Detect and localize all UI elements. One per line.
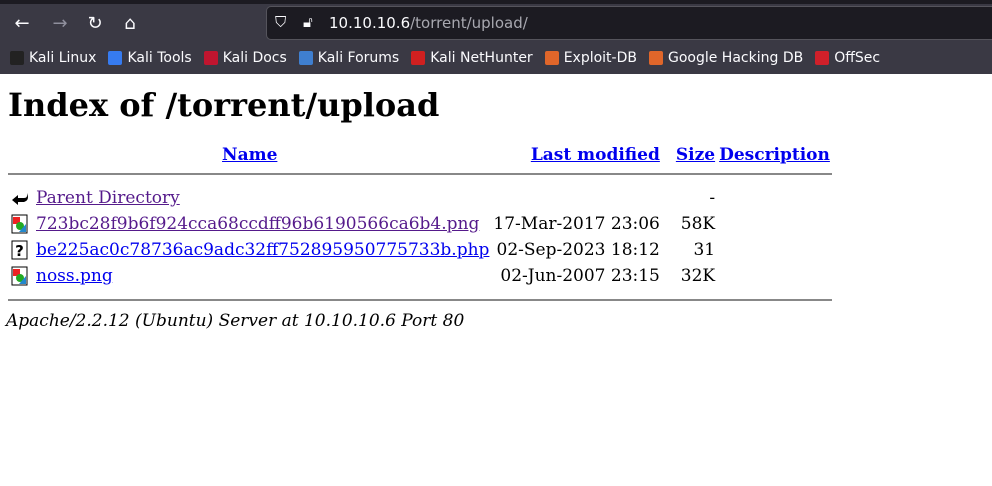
description-cell	[717, 185, 832, 211]
bookmark-item[interactable]: Google Hacking DB	[648, 50, 804, 66]
header-row: Name Last modified Size Description	[8, 136, 832, 169]
bookmark-favicon-icon	[544, 51, 559, 65]
size-cell: -	[709, 188, 716, 208]
file-link[interactable]: Parent Directory	[36, 188, 180, 208]
sort-by-size[interactable]: Size	[676, 145, 715, 165]
bookmark-label: Kali NetHunter	[430, 50, 533, 66]
file-link[interactable]: 723bc28f9b6f924cca68ccdff96b6190566ca6b4…	[36, 214, 479, 234]
directory-table: Name Last modified Size Description Pare…	[8, 136, 832, 301]
modified-cell: 17-Mar-2017 23:06	[493, 214, 660, 234]
bookmark-favicon-icon	[815, 51, 830, 65]
size-cell: 32K	[680, 266, 716, 286]
table-row: ? be225ac0c78736ac9adc32ff75289595077573…	[8, 237, 832, 263]
description-cell	[717, 237, 832, 263]
file-link[interactable]: noss.png	[36, 266, 113, 286]
divider	[8, 173, 832, 175]
bookmark-label: Google Hacking DB	[667, 50, 804, 66]
bookmarks-bar: Kali Linux Kali Tools Kali Docs Kali Forums…	[0, 42, 992, 74]
browser-chrome: ← → ↻ ⌂ ⛉ 🔓︎ 10.10.10.6/torrent/upload/ …	[0, 0, 992, 74]
server-signature: Apache/2.2.12 (Ubuntu) Server at 10.10.1…	[6, 311, 465, 331]
description-cell	[717, 211, 832, 237]
bookmark-label: Kali Tools	[127, 50, 192, 66]
url-bar[interactable]: ⛉ 🔓︎ 10.10.10.6/torrent/upload/	[266, 6, 992, 40]
nav-bar: ← → ↻ ⌂ ⛉ 🔓︎ 10.10.10.6/torrent/upload/	[0, 4, 992, 42]
description-cell	[717, 263, 832, 289]
svg-text:?: ?	[15, 242, 24, 260]
sort-by-modified[interactable]: Last modified	[531, 145, 660, 165]
back-icon	[8, 185, 34, 211]
table-row: Parent Directory -	[8, 185, 832, 211]
forward-icon[interactable]: →	[48, 12, 72, 36]
url-path: /torrent/upload/	[410, 14, 528, 32]
shield-icon[interactable]: ⛉	[275, 13, 286, 31]
bookmark-favicon-icon	[411, 51, 426, 65]
bookmark-label: Kali Linux	[29, 50, 97, 66]
sort-by-description[interactable]: Description	[719, 145, 830, 165]
bookmark-favicon-icon	[108, 51, 123, 65]
bookmark-item[interactable]: OffSec	[815, 50, 880, 66]
bookmark-label: Kali Docs	[222, 50, 287, 66]
unknown-file-icon: ?	[8, 237, 34, 263]
modified-cell: 02-Sep-2023 18:12	[496, 240, 660, 260]
reload-icon[interactable]: ↻	[83, 12, 107, 36]
bookmark-label: Kali Forums	[317, 50, 400, 66]
bookmark-favicon-icon	[648, 51, 663, 65]
page-title: Index of /torrent/upload	[8, 86, 440, 124]
insecure-lock-icon[interactable]: 🔓︎	[303, 13, 313, 31]
table-row: noss.png 02-Jun-2007 23:15 32K	[8, 263, 832, 289]
url-host: 10.10.10.6	[329, 14, 411, 32]
bookmark-item[interactable]: Kali NetHunter	[411, 50, 533, 66]
bookmark-favicon-icon	[298, 51, 313, 65]
table-row: 723bc28f9b6f924cca68ccdff96b6190566ca6b4…	[8, 211, 832, 237]
image-icon	[8, 211, 34, 237]
bookmark-item[interactable]: Kali Linux	[10, 50, 96, 66]
bookmark-label: Exploit-DB	[563, 50, 637, 66]
size-cell: 58K	[680, 214, 716, 234]
home-icon[interactable]: ⌂	[118, 12, 142, 36]
file-link[interactable]: be225ac0c78736ac9adc32ff752895950775733b…	[36, 240, 489, 260]
bookmark-favicon-icon	[10, 51, 24, 65]
size-cell: 31	[693, 240, 716, 260]
divider	[8, 299, 832, 301]
bookmark-item[interactable]: Exploit-DB	[544, 50, 637, 66]
image-icon	[8, 263, 34, 289]
bookmark-item[interactable]: Kali Tools	[108, 50, 192, 66]
sort-by-name[interactable]: Name	[222, 145, 277, 165]
bookmark-favicon-icon	[203, 51, 218, 65]
bookmark-item[interactable]: Kali Forums	[298, 50, 400, 66]
back-icon[interactable]: ←	[10, 12, 34, 36]
modified-cell: 02-Jun-2007 23:15	[500, 266, 660, 286]
modified-cell	[491, 185, 661, 211]
bookmark-item[interactable]: Kali Docs	[203, 50, 287, 66]
bookmark-label: OffSec	[834, 50, 881, 66]
